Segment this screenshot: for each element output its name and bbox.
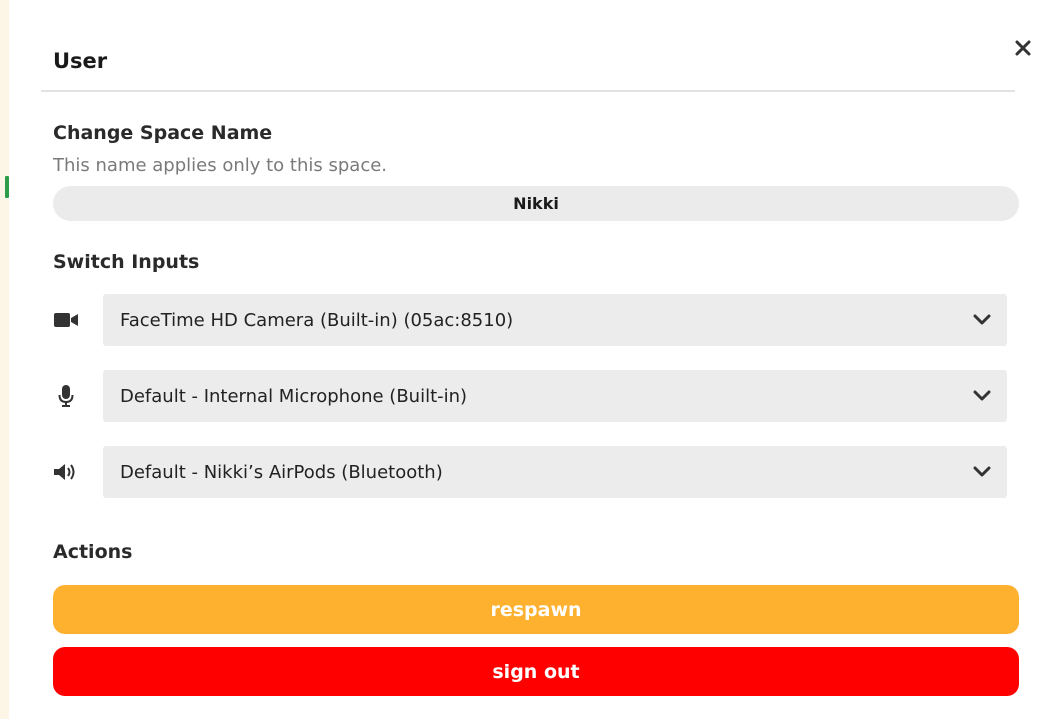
space-name-subtitle: This name applies only to this space. bbox=[53, 155, 388, 176]
speaker-input-row: Default - Nikki’s AirPods (Bluetooth) bbox=[53, 446, 1007, 498]
sign-out-button[interactable]: sign out bbox=[53, 647, 1019, 696]
close-button[interactable] bbox=[1011, 34, 1035, 62]
chevron-down-icon bbox=[971, 462, 993, 482]
panel-title: User bbox=[53, 49, 108, 73]
background-strip bbox=[0, 0, 9, 719]
chevron-down-icon bbox=[971, 386, 993, 406]
space-name-title: Change Space Name bbox=[53, 122, 273, 144]
camera-select-value: FaceTime HD Camera (Built-in) (05ac:8510… bbox=[120, 309, 514, 331]
close-icon bbox=[1015, 40, 1031, 56]
microphone-select[interactable]: Default - Internal Microphone (Built-in) bbox=[103, 370, 1007, 422]
speaker-icon bbox=[53, 459, 79, 485]
user-settings-panel: User Change Space Name This name applies… bbox=[9, 0, 1049, 719]
camera-icon bbox=[53, 307, 79, 333]
microphone-icon bbox=[53, 383, 79, 409]
actions-title: Actions bbox=[53, 541, 133, 563]
microphone-select-value: Default - Internal Microphone (Built-in) bbox=[120, 385, 468, 407]
speaker-select-value: Default - Nikki’s AirPods (Bluetooth) bbox=[120, 461, 443, 483]
microphone-input-row: Default - Internal Microphone (Built-in) bbox=[53, 370, 1007, 422]
space-name-input[interactable] bbox=[53, 186, 1019, 221]
header-divider bbox=[41, 90, 1015, 92]
speaker-select[interactable]: Default - Nikki’s AirPods (Bluetooth) bbox=[103, 446, 1007, 498]
chevron-down-icon bbox=[971, 310, 993, 330]
respawn-button[interactable]: respawn bbox=[53, 585, 1019, 634]
camera-select[interactable]: FaceTime HD Camera (Built-in) (05ac:8510… bbox=[103, 294, 1007, 346]
camera-input-row: FaceTime HD Camera (Built-in) (05ac:8510… bbox=[53, 294, 1007, 346]
switch-inputs-title: Switch Inputs bbox=[53, 251, 200, 273]
